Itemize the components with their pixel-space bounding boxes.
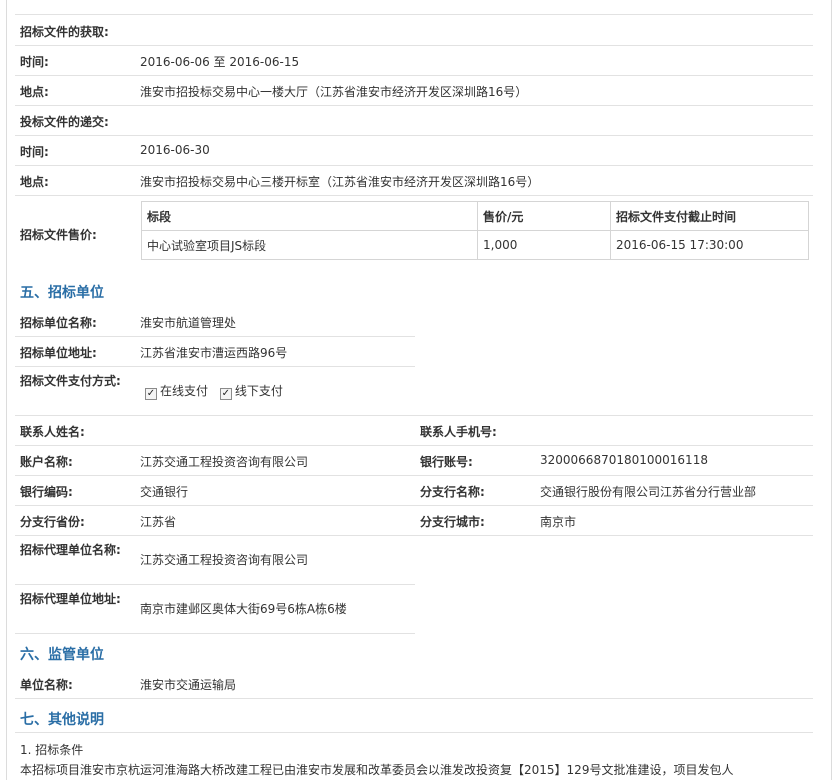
agent-name-label: 招标代理单位名称:	[20, 543, 121, 557]
col-header-price: 售价/元	[477, 201, 611, 231]
payment-method-label: 招标文件支付方式:	[20, 374, 121, 388]
payment-method-row: 招标文件支付方式: ✓ 在线支付 ✓ 线下支付	[15, 366, 813, 416]
tenderer-addr-label: 招标单位地址:	[20, 346, 97, 360]
submit-time-row: 时间: 2016-06-30	[15, 135, 813, 166]
supervisor-label: 单位名称:	[20, 678, 73, 692]
obtain-time-label: 时间:	[20, 55, 49, 69]
tenderer-name-label: 招标单位名称:	[20, 316, 97, 330]
tenderer-name-row: 招标单位名称: 淮安市航道管理处	[15, 306, 415, 337]
online-pay-label: 在线支付	[160, 384, 209, 398]
obtain-place-row: 地点: 淮安市招投标交易中心一楼大厅（江苏省淮安市经济开发区深圳路16号）	[15, 75, 813, 106]
price-label: 招标文件售价:	[20, 228, 97, 242]
tenderer-addr-value: 江苏省淮安市漕运西路96号	[140, 346, 288, 360]
contact-row: 联系人姓名: 联系人手机号:	[15, 415, 813, 446]
cell-deadline: 2016-06-15 17:30:00	[610, 230, 809, 260]
submit-place-label: 地点:	[20, 175, 49, 189]
notes-line-1: 1. 招标条件	[20, 743, 84, 757]
section7-title: 七、其他说明	[20, 712, 104, 728]
bank-code-value: 交通银行	[140, 485, 189, 499]
agent-addr-row: 招标代理单位地址: 南京市建邺区奥体大街69号6栋A栋6楼	[15, 584, 415, 634]
obtain-heading-row: 招标文件的获取:	[15, 15, 813, 46]
supervisor-value: 淮安市交通运输局	[140, 678, 237, 692]
agent-addr-label: 招标代理单位地址:	[20, 592, 121, 606]
col-header-deadline: 招标文件支付截止时间	[610, 201, 809, 231]
contact-name-label: 联系人姓名:	[20, 425, 85, 439]
submit-heading-row: 投标文件的递交:	[15, 105, 813, 136]
branch-city-label: 分支行城市:	[420, 515, 485, 529]
tenderer-name-value: 淮安市航道管理处	[140, 316, 237, 330]
online-pay-checkbox[interactable]: ✓	[145, 388, 157, 400]
account-row: 账户名称: 江苏交通工程投资咨询有限公司 银行账号: 3200066870180…	[15, 445, 813, 476]
submit-place-row: 地点: 淮安市招投标交易中心三楼开标室（江苏省淮安市经济开发区深圳路16号）	[15, 165, 813, 196]
account-name-label: 账户名称:	[20, 455, 73, 469]
section5-title: 五、招标单位	[20, 285, 104, 301]
submit-time-label: 时间:	[20, 145, 49, 159]
offline-pay-label: 线下支付	[234, 384, 283, 398]
col-header-section: 标段	[141, 201, 478, 231]
branch-row: 分支行省份: 江苏省 分支行城市: 南京市	[15, 505, 813, 536]
price-table-header: 标段 售价/元 招标文件支付截止时间	[141, 201, 809, 231]
table-row: 中心试验室项目JS标段 1,000 2016-06-15 17:30:00	[141, 230, 809, 260]
bank-row: 银行编码: 交通银行 分支行名称: 交通银行股份有限公司江苏省分行营业部	[15, 475, 813, 506]
branch-province-label: 分支行省份:	[20, 515, 85, 529]
agent-name-value: 江苏交通工程投资咨询有限公司	[140, 553, 309, 567]
bank-code-label: 银行编码:	[20, 485, 73, 499]
supervisor-row: 单位名称: 淮安市交通运输局	[15, 668, 813, 699]
obtain-heading: 招标文件的获取:	[20, 25, 109, 39]
cell-price: 1,000	[477, 230, 611, 260]
account-name-value: 江苏交通工程投资咨询有限公司	[140, 455, 309, 469]
branch-name-value: 交通银行股份有限公司江苏省分行营业部	[540, 485, 757, 499]
agent-addr-value: 南京市建邺区奥体大街69号6栋A栋6楼	[140, 602, 347, 616]
branch-city-value: 南京市	[540, 515, 577, 529]
bank-account-label: 银行账号:	[420, 455, 473, 469]
cell-section: 中心试验室项目JS标段	[141, 230, 478, 260]
notes-line-2: 本招标项目淮安市京杭运河淮海路大桥改建工程已由淮安市发展和改革委员会以淮发改投资…	[20, 763, 734, 777]
submit-time-value: 2016-06-30	[140, 143, 210, 157]
agent-name-row: 招标代理单位名称: 江苏交通工程投资咨询有限公司	[15, 535, 415, 585]
offline-pay-checkbox[interactable]: ✓	[219, 388, 232, 400]
bank-account-value: 3200066870180100016118	[540, 453, 708, 467]
obtain-time-value: 2016-06-06 至 2016-06-15	[140, 55, 300, 69]
divider	[15, 732, 813, 733]
branch-name-label: 分支行名称:	[420, 485, 485, 499]
price-table: 标段 售价/元 招标文件支付截止时间 中心试验室项目JS标段 1,000 201…	[141, 201, 809, 260]
contact-phone-label: 联系人手机号:	[420, 425, 497, 439]
obtain-place-value: 淮安市招投标交易中心一楼大厅（江苏省淮安市经济开发区深圳路16号）	[140, 85, 528, 99]
obtain-place-label: 地点:	[20, 85, 49, 99]
payment-options: ✓ 在线支付 ✓ 线下支付	[145, 382, 283, 400]
tenderer-addr-row: 招标单位地址: 江苏省淮安市漕运西路96号	[15, 336, 415, 367]
announcement-panel: 招标文件的获取: 时间: 2016-06-06 至 2016-06-15 地点:…	[6, 0, 832, 780]
submit-place-value: 淮安市招投标交易中心三楼开标室（江苏省淮安市经济开发区深圳路16号）	[140, 175, 540, 189]
submit-heading: 投标文件的递交:	[20, 115, 109, 129]
branch-province-value: 江苏省	[140, 515, 177, 529]
section6-title: 六、监管单位	[20, 647, 104, 663]
obtain-time-row: 时间: 2016-06-06 至 2016-06-15	[15, 45, 813, 76]
